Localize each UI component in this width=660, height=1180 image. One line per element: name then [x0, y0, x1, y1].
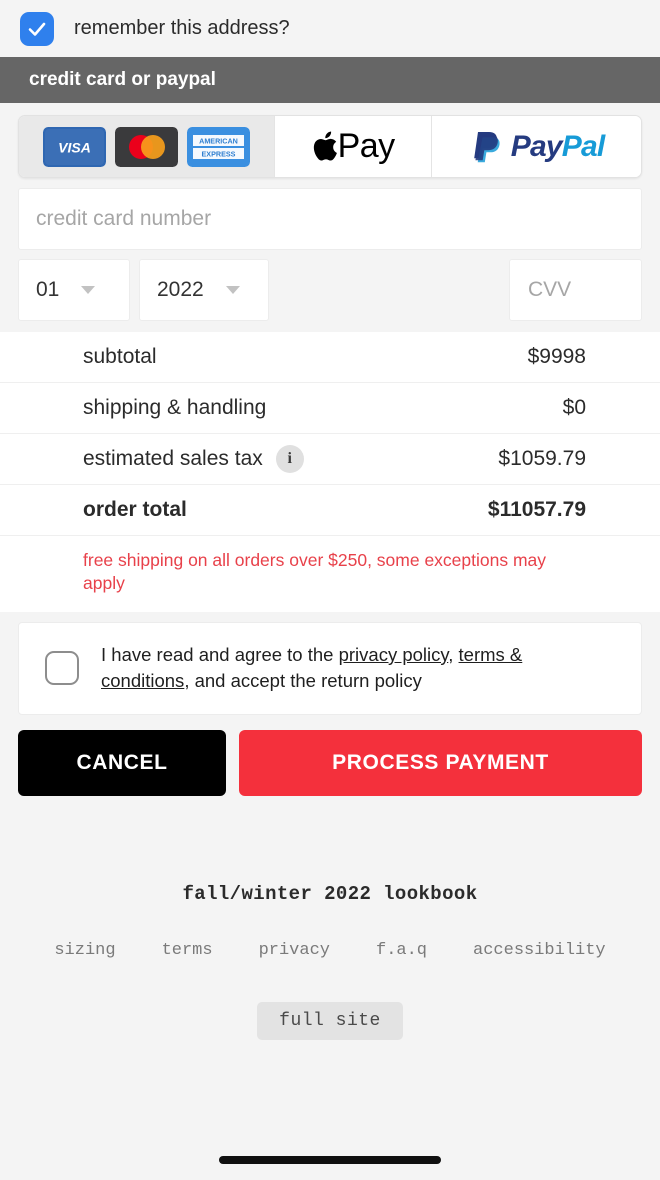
paypal-label-dark: Pay	[510, 129, 563, 163]
summary-label: estimated sales tax	[83, 447, 263, 470]
payment-section-title: credit card or paypal	[29, 69, 216, 90]
lookbook-link[interactable]: fall/winter 2022 lookbook	[0, 883, 660, 905]
summary-value: $1059.79	[498, 447, 586, 470]
paypal-label-light: Pal	[561, 129, 605, 163]
summary-value: $0	[562, 396, 586, 419]
footer-links: sizing terms privacy f.a.q accessibility	[0, 941, 660, 960]
cvv-input[interactable]: CVV	[509, 259, 642, 321]
privacy-policy-link[interactable]: privacy policy	[339, 644, 449, 665]
american-express-icon: AMERICAN EXPRESS	[187, 126, 250, 167]
agreement-text-mid: ,	[448, 643, 459, 665]
full-site-wrap: full site	[0, 1001, 660, 1040]
process-payment-button[interactable]: PROCESS PAYMENT	[239, 729, 642, 796]
free-shipping-notice: free shipping on all orders over $250, s…	[0, 536, 660, 612]
expiry-month-select[interactable]: 01	[18, 259, 130, 321]
apple-pay-label: Pay	[337, 127, 396, 165]
paypal-mark: PayPal	[469, 128, 605, 166]
remember-address-checkbox[interactable]	[20, 11, 54, 46]
expiry-month-value: 01	[36, 278, 60, 301]
apple-pay-mark: Pay	[312, 127, 395, 166]
summary-value: $9998	[527, 345, 586, 368]
agreement-text-before: I have read and agree to the	[101, 643, 339, 665]
summary-row-subtotal: subtotal $9998	[0, 332, 660, 383]
paypal-label: PayPal	[511, 130, 605, 164]
terms-agreement-text: I have read and agree to the privacy pol…	[101, 642, 615, 695]
expiry-cvv-spacer	[269, 259, 509, 321]
summary-row-sales-tax: estimated sales tax i $1059.79	[0, 434, 660, 485]
footer-link-privacy[interactable]: privacy	[259, 941, 330, 960]
footer-link-terms[interactable]: terms	[162, 941, 213, 960]
remember-address-label: remember this address?	[74, 17, 290, 39]
summary-row-shipping: shipping & handling $0	[0, 383, 660, 434]
footer-link-accessibility[interactable]: accessibility	[473, 941, 606, 960]
home-indicator	[219, 1156, 441, 1164]
full-site-button[interactable]: full site	[257, 1001, 403, 1040]
tab-apple-pay[interactable]: Pay	[275, 116, 433, 177]
chevron-down-icon	[225, 286, 240, 294]
credit-card-number-input[interactable]: credit card number	[18, 188, 642, 250]
credit-card-number-placeholder: credit card number	[36, 207, 212, 230]
action-buttons: CANCEL PROCESS PAYMENT	[0, 714, 660, 796]
visa-icon: VISA	[43, 126, 106, 167]
agreement-text-after: , and accept the return policy	[184, 670, 422, 692]
chevron-down-icon	[81, 286, 96, 294]
expiry-cvv-row: 01 2022 CVV	[18, 259, 642, 321]
tab-credit-cards[interactable]: VISA AMERICAN EXPRESS	[19, 116, 275, 177]
payment-section-header: credit card or paypal	[0, 57, 660, 103]
payment-method-tabs: VISA AMERICAN EXPRESS Pay PayPal	[18, 115, 642, 178]
order-summary: subtotal $9998 shipping & handling $0 es…	[0, 332, 660, 612]
expiry-year-value: 2022	[157, 278, 204, 301]
checkout-screen: remember this address? credit card or pa…	[0, 0, 660, 1180]
summary-value: $11057.79	[487, 498, 586, 521]
payment-methods: VISA AMERICAN EXPRESS Pay PayPal	[0, 103, 660, 178]
summary-label: order total	[83, 498, 187, 521]
terms-agreement-box[interactable]: I have read and agree to the privacy pol…	[18, 621, 642, 715]
summary-label: shipping & handling	[83, 396, 267, 419]
mastercard-icon	[115, 126, 178, 167]
apple-logo-icon	[313, 131, 337, 161]
paypal-logo-icon	[473, 131, 500, 162]
summary-label: subtotal	[83, 345, 157, 368]
footer-link-faq[interactable]: f.a.q	[376, 941, 427, 960]
footer-link-sizing[interactable]: sizing	[54, 941, 115, 960]
summary-label-group: estimated sales tax i	[83, 445, 304, 473]
expiry-year-select[interactable]: 2022	[139, 259, 269, 321]
footer: fall/winter 2022 lookbook sizing terms p…	[0, 812, 660, 1180]
svg-text:VISA: VISA	[58, 139, 91, 155]
remember-address-row[interactable]: remember this address?	[0, 0, 660, 57]
summary-row-order-total: order total $11057.79	[0, 485, 660, 536]
terms-agreement-checkbox[interactable]	[45, 651, 79, 686]
cancel-button[interactable]: CANCEL	[18, 729, 226, 796]
cvv-placeholder: CVV	[528, 278, 572, 301]
tab-paypal[interactable]: PayPal	[432, 116, 641, 177]
svg-text:AMERICAN: AMERICAN	[199, 136, 238, 145]
info-icon[interactable]: i	[275, 445, 304, 473]
svg-text:EXPRESS: EXPRESS	[202, 149, 236, 158]
